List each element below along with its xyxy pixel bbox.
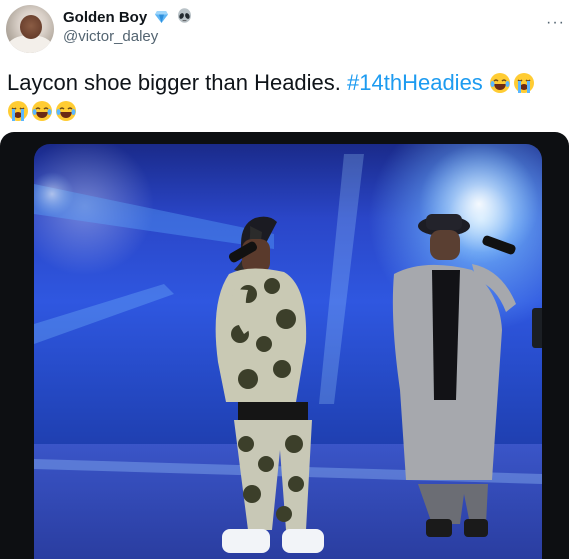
concert-scene: [34, 144, 542, 559]
more-options-button[interactable]: ···: [546, 14, 565, 32]
alien-icon: [177, 8, 192, 28]
emoji-sob: [7, 100, 29, 122]
author-handle[interactable]: @victor_daley: [63, 28, 158, 45]
avatar[interactable]: [6, 5, 54, 53]
tweet-text: Laycon shoe bigger than Headies. #14thHe…: [7, 69, 557, 125]
emoji-joy: [55, 100, 77, 122]
author-name[interactable]: Golden Boy: [63, 9, 147, 26]
video-player[interactable]: [34, 144, 542, 559]
tweet-body: Laycon shoe bigger than Headies.: [7, 70, 341, 95]
video-side-handle[interactable]: [532, 308, 542, 348]
hashtag-link[interactable]: #14thHeadies: [347, 70, 483, 95]
blue-diamond-icon: [154, 10, 169, 28]
emoji-joy: [489, 72, 511, 94]
tweet-media[interactable]: [0, 132, 569, 559]
emoji-sob: [513, 72, 535, 94]
author-name-row[interactable]: Golden Boy: [63, 8, 192, 28]
tweet: Golden Boy @victor_daley ··· Laycon shoe…: [0, 0, 569, 559]
emoji-joy: [31, 100, 53, 122]
avatar-face: [20, 15, 42, 39]
